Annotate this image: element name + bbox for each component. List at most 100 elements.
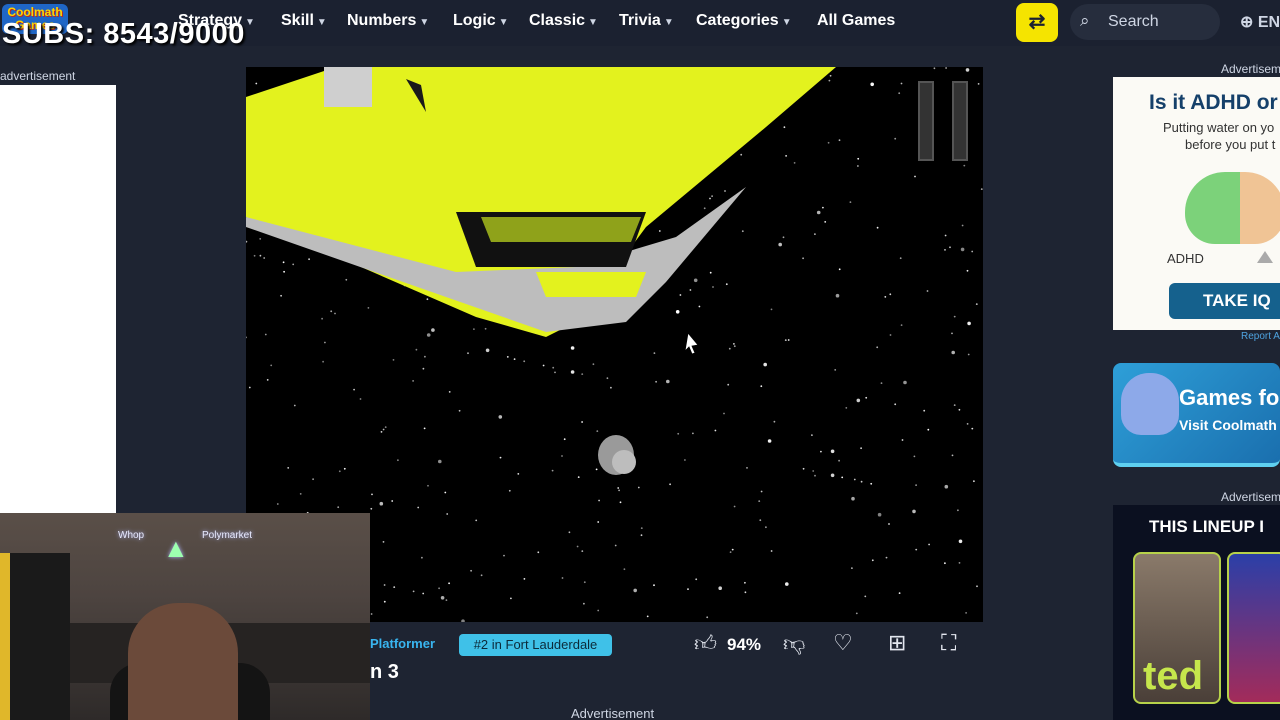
star (581, 550, 584, 552)
star (412, 380, 414, 382)
language-selector[interactable]: ⊕ EN (1240, 12, 1280, 32)
search-box[interactable]: ⌕ Search (1070, 4, 1220, 40)
streamer (128, 603, 238, 720)
star (552, 366, 555, 369)
star (677, 432, 680, 435)
star (426, 333, 431, 337)
star (820, 450, 822, 453)
star (900, 324, 903, 326)
chevron-down-icon: ▼ (781, 17, 792, 28)
star (885, 556, 888, 559)
star (812, 470, 815, 472)
star (977, 83, 980, 85)
nav-trivia[interactable]: Trivia ▼ (619, 12, 674, 30)
thumbs-down-icon[interactable]: 👎︎ (783, 630, 805, 657)
search-placeholder: Search (1108, 13, 1159, 30)
star (523, 578, 526, 580)
star (397, 459, 399, 462)
star (513, 358, 516, 360)
heart-icon[interactable]: ♡ (833, 630, 853, 656)
star (334, 312, 336, 315)
star (610, 386, 612, 389)
star (467, 352, 469, 355)
nav-classic[interactable]: Classic ▼ (529, 12, 598, 30)
star (444, 491, 447, 494)
star (958, 408, 961, 411)
take-iq-button[interactable]: TAKE IQ (1169, 283, 1280, 319)
coolmath-games-ad[interactable]: Games fo Visit Coolmath (1113, 363, 1280, 467)
star (830, 449, 835, 454)
star (412, 590, 415, 593)
star (248, 386, 251, 389)
star (835, 293, 840, 298)
gaming-chair (0, 553, 70, 720)
nav-numbers[interactable]: Numbers ▼ (347, 12, 429, 30)
nav-logic[interactable]: Logic ▼ (453, 12, 509, 30)
star (849, 201, 852, 204)
chevron-down-icon: ▼ (245, 17, 255, 28)
poster-title: ted (1143, 654, 1203, 698)
star (880, 382, 883, 384)
star (966, 423, 969, 425)
pause-icon-right-bar[interactable] (952, 81, 968, 161)
rank-badge[interactable]: #2 in Fort Lauderdale (459, 634, 612, 656)
report-ad-link[interactable]: Report A (1241, 331, 1280, 342)
star (475, 519, 478, 522)
random-game-button[interactable]: ⇄ (1016, 3, 1058, 42)
player-character-body (612, 450, 636, 474)
star (976, 585, 978, 588)
star (542, 364, 545, 367)
nav-all-games[interactable]: All Games (817, 12, 895, 30)
star (783, 126, 786, 129)
nav-categories-label: Categories (696, 12, 779, 29)
star (246, 336, 247, 339)
add-to-playlist-icon[interactable]: ⊞ (888, 630, 906, 656)
star (814, 233, 816, 236)
left-ad-label: advertisement (0, 69, 76, 83)
star (899, 257, 902, 260)
octopus-mascot-icon (1121, 373, 1179, 435)
chevron-down-icon: ▼ (316, 17, 327, 28)
star (834, 369, 837, 371)
star (724, 190, 726, 192)
star (709, 197, 711, 200)
star (802, 257, 804, 260)
iq-test-advertisement[interactable]: Is it ADHD or Putting water on yo before … (1113, 77, 1280, 330)
nav-skill[interactable]: Skill ▼ (281, 12, 327, 30)
thumbs-up-icon[interactable]: 👍︎ (694, 630, 717, 657)
star (770, 550, 773, 552)
star (480, 574, 483, 577)
left-advertisement[interactable] (0, 85, 116, 515)
star (945, 67, 947, 69)
chevron-down-icon: ▼ (419, 17, 430, 28)
star (727, 383, 730, 386)
star (951, 350, 955, 355)
star (967, 353, 970, 356)
star (427, 484, 429, 487)
star (838, 268, 841, 271)
pause-icon-left-bar[interactable] (918, 81, 934, 161)
star (312, 478, 314, 481)
streaming-lineup-ad[interactable]: THIS LINEUP I ted (1113, 505, 1280, 720)
star (746, 467, 748, 469)
star (829, 74, 832, 77)
star (933, 67, 936, 70)
star (733, 505, 736, 508)
star (551, 469, 554, 472)
category-tag[interactable]: Platformer (370, 636, 435, 651)
star (595, 468, 598, 471)
star (264, 333, 267, 336)
star (915, 548, 918, 551)
star (811, 434, 813, 436)
nav-categories[interactable]: Categories ▼ (696, 12, 792, 30)
star (383, 600, 386, 603)
star (330, 310, 333, 313)
star (417, 506, 420, 509)
star (581, 373, 584, 375)
star (975, 303, 978, 305)
star (865, 396, 868, 399)
star (508, 489, 511, 492)
fullscreen-icon[interactable]: ⛶ (941, 630, 956, 656)
star (760, 490, 763, 493)
star (370, 507, 373, 510)
